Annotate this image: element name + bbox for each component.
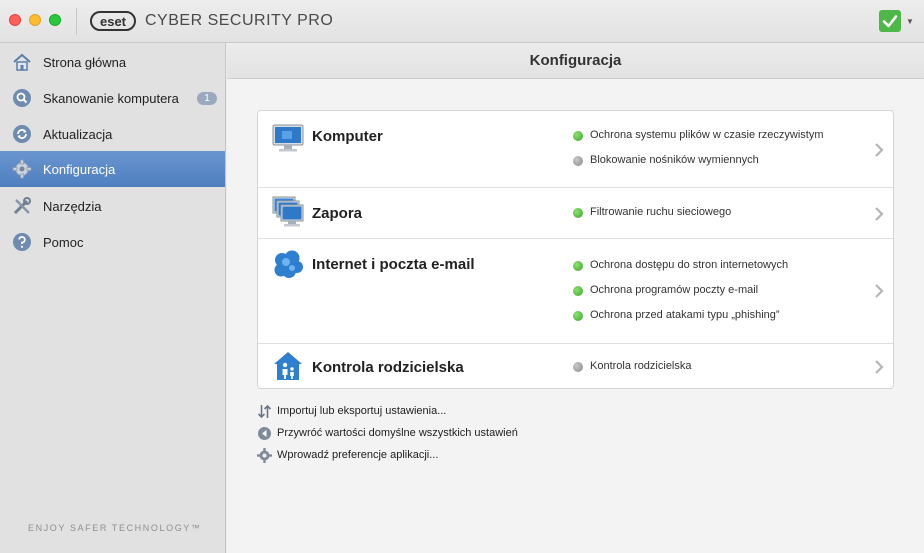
restore-icon	[258, 427, 271, 440]
link-label: Importuj lub eksportuj ustawienia...	[277, 405, 447, 417]
update-icon	[13, 125, 31, 143]
parental-house-icon	[274, 352, 302, 380]
chevron-right-icon[interactable]	[873, 359, 885, 375]
sidebar-item-label: Narzędzia	[43, 199, 102, 214]
sidebar-item-help[interactable]: Pomoc	[0, 224, 225, 260]
feature-label: Ochrona programów poczty e-mail	[590, 284, 759, 296]
feature-label: Ochrona dostępu do stron internetowych	[590, 259, 789, 271]
section-title: Zapora	[312, 205, 363, 222]
status-dropdown-caret-icon[interactable]: ▼	[906, 17, 914, 26]
status-dot	[573, 362, 583, 372]
feature-label: Ochrona systemu plików w czasie rzeczywi…	[590, 129, 824, 141]
cloud-icon	[274, 250, 303, 278]
status-dot	[573, 311, 583, 321]
sidebar-item-label: Pomoc	[43, 235, 84, 250]
import-export-icon	[257, 404, 272, 419]
section-title: Komputer	[312, 128, 383, 145]
checkmark-icon	[882, 15, 898, 28]
magnifier-icon	[13, 89, 31, 107]
firewall-monitors-icon	[272, 196, 304, 227]
zoom-window-button[interactable]	[49, 14, 61, 26]
feature-label: Blokowanie nośników wymiennych	[590, 154, 759, 166]
sidebar-item-label: Skanowanie komputera	[43, 91, 179, 106]
scan-count-badge: 1	[197, 92, 217, 105]
home-icon	[13, 53, 31, 71]
status-dot	[573, 208, 583, 218]
main-content: Konfiguracja Komputer Ochrona systemu pl…	[227, 43, 924, 553]
sidebar: Strona główna Skanowanie komputera 1 Akt…	[0, 43, 226, 553]
app-title: CYBER SECURITY PRO	[145, 12, 334, 29]
chevron-right-icon[interactable]	[873, 206, 885, 222]
link-label: Przywróć wartości domyślne wszystkich us…	[277, 427, 518, 439]
monitor-icon	[272, 124, 304, 152]
tools-icon	[13, 197, 31, 215]
section-parental-control[interactable]: Kontrola rodzicielska Kontrola rodziciel…	[258, 344, 893, 389]
link-label: Wprowadź preferencje aplikacji...	[277, 449, 439, 461]
eset-logo-text: eset	[100, 14, 127, 29]
status-dot	[573, 261, 583, 271]
status-dot	[573, 131, 583, 141]
status-dot	[573, 156, 583, 166]
main-header: Konfiguracja	[227, 43, 924, 79]
sidebar-item-label: Aktualizacja	[43, 127, 113, 142]
setup-sections-panel: Komputer Ochrona systemu plików w czasie…	[257, 110, 894, 389]
feature-label: Kontrola rodzicielska	[590, 360, 692, 372]
sidebar-item-label: Konfiguracja	[43, 162, 116, 177]
protection-status-button[interactable]	[879, 10, 901, 32]
eset-logo: eset	[90, 11, 136, 31]
status-dot	[573, 286, 583, 296]
feature-label: Filtrowanie ruchu sieciowego	[590, 206, 732, 218]
window-titlebar: eset CYBER SECURITY PRO ▼	[0, 0, 924, 43]
sidebar-item-update[interactable]: Aktualizacja	[0, 116, 225, 152]
chevron-right-icon[interactable]	[873, 142, 885, 158]
sidebar-item-setup[interactable]: Konfiguracja	[0, 151, 225, 187]
brand-tagline: ENJOY SAFER TECHNOLOGY™	[28, 523, 202, 533]
section-computer[interactable]: Komputer Ochrona systemu plików w czasie…	[258, 111, 893, 188]
sidebar-item-label: Strona główna	[43, 55, 127, 70]
section-internet-email[interactable]: Internet i poczta e-mail Ochrona dostępu…	[258, 239, 893, 344]
gear-icon	[12, 159, 32, 179]
feature-label: Ochrona przed atakami typu „phishing”	[590, 309, 780, 321]
sidebar-item-home[interactable]: Strona główna	[0, 44, 225, 80]
chevron-right-icon[interactable]	[873, 283, 885, 299]
help-icon	[13, 233, 31, 251]
sidebar-item-tools[interactable]: Narzędzia	[0, 188, 225, 224]
section-title: Kontrola rodzicielska	[312, 359, 464, 376]
sidebar-item-scan[interactable]: Skanowanie komputera 1	[0, 80, 225, 116]
section-title: Internet i poczta e-mail	[312, 256, 475, 273]
page-title: Konfiguracja	[529, 52, 622, 69]
minimize-window-button[interactable]	[29, 14, 41, 26]
section-firewall[interactable]: Zapora Filtrowanie ruchu sieciowego	[258, 188, 893, 239]
gear-icon	[257, 448, 272, 463]
close-window-button[interactable]	[9, 14, 21, 26]
titlebar-divider	[76, 8, 77, 35]
